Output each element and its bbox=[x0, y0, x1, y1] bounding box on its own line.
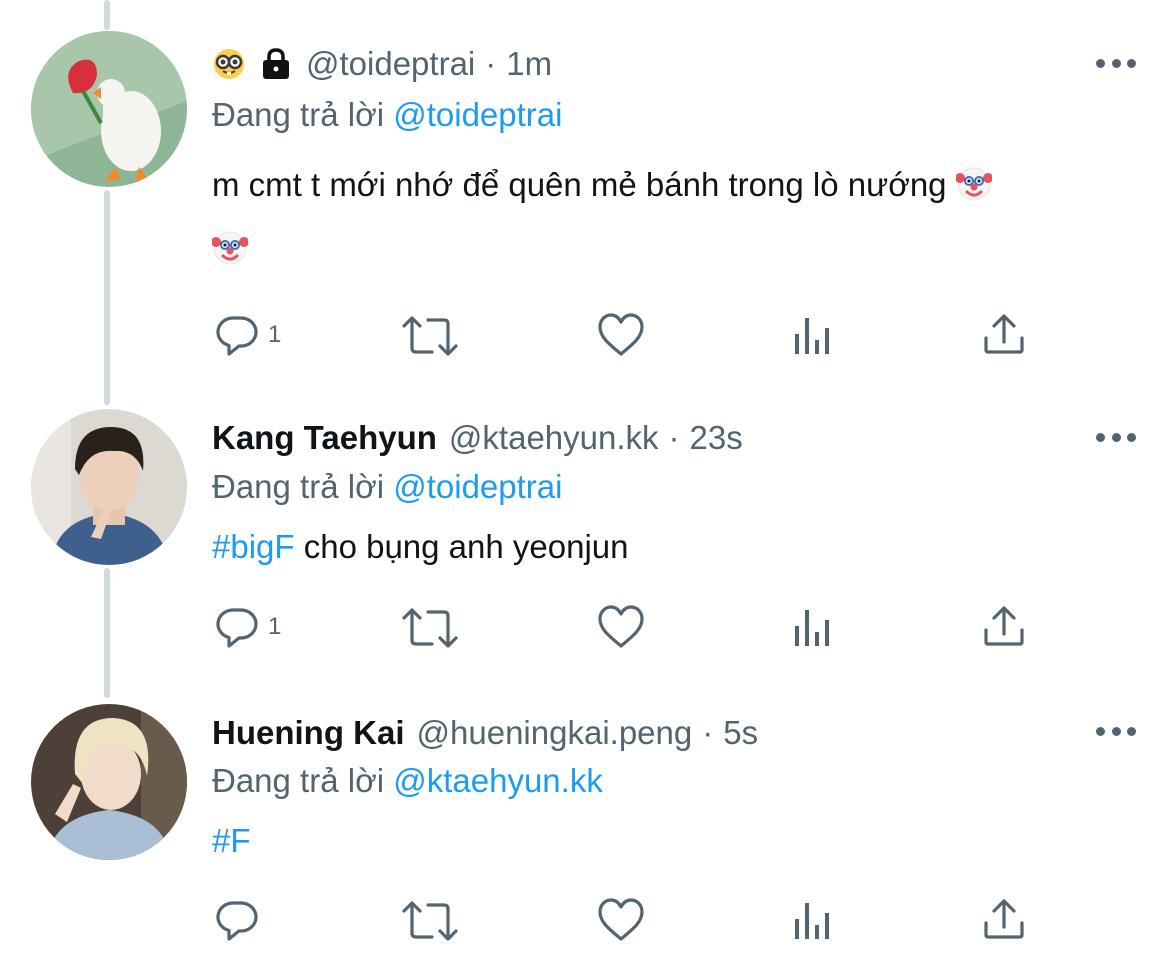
tweet-text: #F bbox=[212, 812, 1110, 870]
user-handle[interactable]: @hueningkai.peng bbox=[417, 714, 693, 752]
timestamp[interactable]: 5s bbox=[723, 714, 758, 752]
retweet-icon bbox=[402, 901, 458, 941]
reply-label: Đang trả lời bbox=[212, 762, 385, 799]
reply-mention-link[interactable]: @ktaehyun.kk bbox=[393, 762, 603, 799]
reply-context: Đang trả lời @ktaehyun.kk bbox=[212, 762, 603, 800]
avatar[interactable] bbox=[31, 704, 187, 860]
views-button[interactable] bbox=[793, 901, 833, 941]
views-icon bbox=[795, 903, 829, 939]
person-avatar-image bbox=[31, 704, 187, 860]
hashtag-link[interactable]: #F bbox=[212, 822, 251, 859]
reply-icon bbox=[216, 901, 258, 941]
tweet[interactable]: Huening Kai @hueningkai.peng · 5s Đang t… bbox=[0, 0, 1170, 963]
like-button[interactable] bbox=[597, 897, 645, 943]
separator-dot: · bbox=[702, 714, 714, 751]
display-name[interactable]: Huening Kai bbox=[212, 714, 405, 752]
reply-button[interactable] bbox=[214, 897, 260, 943]
share-icon bbox=[984, 899, 1024, 939]
more-icon[interactable] bbox=[1096, 721, 1136, 741]
tweet-actions bbox=[0, 895, 1170, 945]
like-icon bbox=[598, 898, 644, 941]
share-button[interactable] bbox=[982, 897, 1026, 941]
retweet-button[interactable] bbox=[402, 899, 458, 943]
